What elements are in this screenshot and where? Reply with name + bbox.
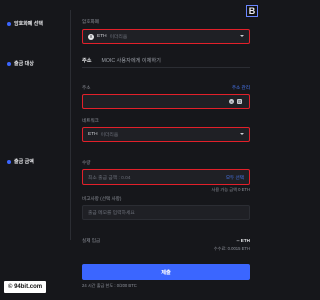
scan-icon[interactable]: ⊡	[237, 99, 242, 104]
step-label: 암호화폐 선택	[14, 21, 43, 27]
amount-label: 수량	[82, 160, 91, 165]
receive-label: 실제 입금	[82, 238, 101, 243]
memo-placeholder: 출금 메모를 입력하세요	[88, 211, 135, 216]
clear-icon[interactable]: ×	[229, 99, 234, 104]
step-label: 출금 금액	[14, 159, 34, 165]
step-dot-icon	[7, 159, 11, 164]
step-withdraw-target: 출금 대상	[7, 60, 34, 67]
amount-placeholder: 최소 출금 금액 : 0.04	[88, 175, 131, 181]
asset-symbol: ETH	[97, 34, 107, 39]
step-dot-icon	[7, 61, 11, 66]
network-symbol: ETH	[88, 132, 98, 137]
amount-input[interactable]: 최소 출금 금액 : 0.04 모두 선택	[82, 169, 250, 185]
step-dot-icon	[7, 21, 11, 26]
close-button[interactable]: B	[246, 5, 258, 17]
close-icon: B	[248, 5, 256, 16]
step-withdraw-amount: 출금 금액	[7, 158, 34, 165]
available-amount: 사용 가능 금액 0 ETH	[211, 187, 250, 192]
step-label: 출금 대상	[14, 61, 34, 67]
address-label: 주소	[82, 85, 91, 90]
asset-label: 암호화폐	[82, 19, 99, 24]
memo-input[interactable]: 출금 메모를 입력하세요	[82, 205, 250, 220]
memo-label: 비고사항 (선택 사항)	[82, 196, 122, 201]
asset-name: 이더리움	[109, 35, 128, 40]
chevron-down-icon	[240, 35, 244, 37]
submit-button[interactable]: 제출	[82, 264, 250, 280]
max-amount-link[interactable]: 모두 선택	[226, 175, 244, 181]
asset-select[interactable]: Ξ ETH 이더리움	[82, 29, 250, 44]
network-select[interactable]: ETH 이더리움	[82, 127, 250, 142]
withdraw-limit-note: 24 시간 출금 한도 : 0/200 BTC	[82, 283, 137, 288]
fee-value: 수수료: 0.0015 ETH	[213, 246, 250, 251]
network-name: 이더리움	[100, 133, 119, 138]
eth-coin-icon: Ξ	[88, 33, 94, 40]
receive-value: -- ETH	[236, 238, 250, 243]
address-manage-link[interactable]: 주소 관리	[232, 85, 250, 91]
chevron-down-icon	[240, 133, 244, 135]
step-select-asset: 암호화폐 선택	[7, 20, 43, 27]
step-divider	[70, 10, 71, 240]
network-label: 네트워크	[82, 118, 99, 123]
address-input[interactable]: × ⊡	[82, 94, 250, 109]
watermark: © 94bit.com	[4, 281, 47, 293]
tab-underline	[82, 67, 250, 68]
